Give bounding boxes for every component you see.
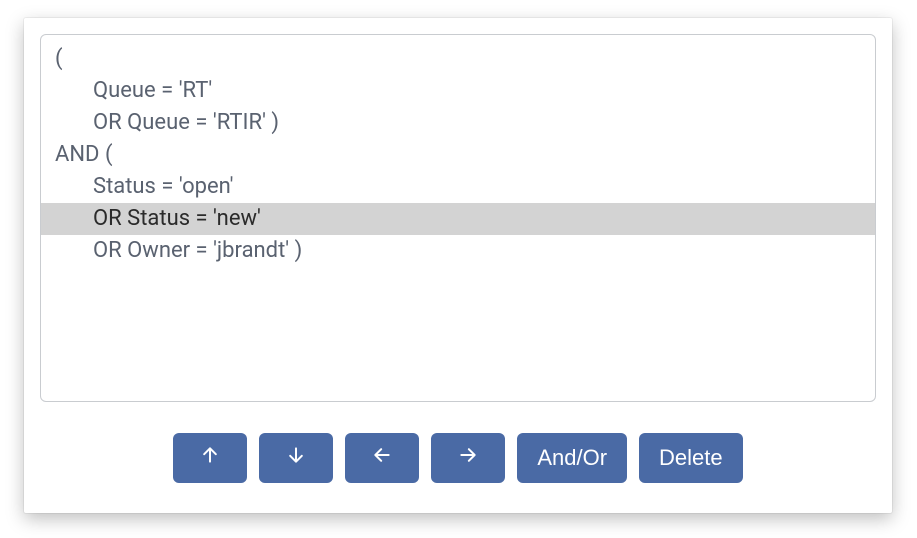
arrow-down-icon — [286, 445, 306, 471]
arrow-right-icon — [458, 445, 478, 471]
arrow-up-icon — [200, 445, 220, 471]
query-expression-box[interactable]: ( Queue = 'RT' OR Queue = 'RTIR' ) AND (… — [40, 34, 876, 402]
query-toolbar: And/Or Delete — [24, 433, 892, 483]
query-line[interactable]: ( — [41, 43, 875, 75]
query-lines: ( Queue = 'RT' OR Queue = 'RTIR' ) AND (… — [41, 35, 875, 267]
move-right-button[interactable] — [431, 433, 505, 483]
query-line[interactable]: AND ( — [41, 139, 875, 171]
move-down-button[interactable] — [259, 433, 333, 483]
arrow-left-icon — [372, 445, 392, 471]
move-up-button[interactable] — [173, 433, 247, 483]
query-builder-panel: ( Queue = 'RT' OR Queue = 'RTIR' ) AND (… — [24, 18, 892, 513]
move-left-button[interactable] — [345, 433, 419, 483]
query-line[interactable]: OR Queue = 'RTIR' ) — [41, 107, 875, 139]
delete-button[interactable]: Delete — [639, 433, 743, 483]
query-line-selected[interactable]: OR Status = 'new' — [41, 203, 875, 235]
query-line[interactable]: Status = 'open' — [41, 171, 875, 203]
query-line[interactable]: OR Owner = 'jbrandt' ) — [41, 235, 875, 267]
query-line[interactable]: Queue = 'RT' — [41, 75, 875, 107]
toggle-and-or-button[interactable]: And/Or — [517, 433, 627, 483]
